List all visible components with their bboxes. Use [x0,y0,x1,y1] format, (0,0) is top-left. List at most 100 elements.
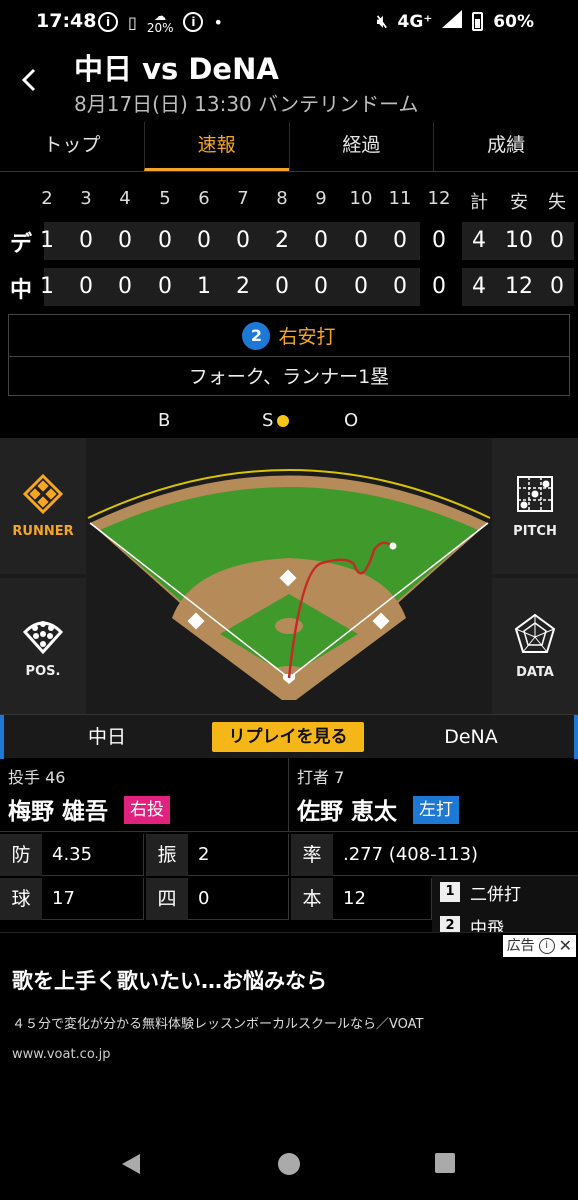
ad-info-icon[interactable]: i [538,938,555,954]
inning-header: 2 [41,188,53,209]
sim-icon: ▯ [128,12,137,32]
pitcher-hand-badge: 右投 [124,796,170,824]
inning-header: 11 [388,188,412,209]
inning-score-cell: 0 [236,228,250,253]
total-cell: 12 [505,274,533,299]
inning-header: 5 [159,188,171,209]
weather-value: 20% [146,21,174,35]
inning-header: 3 [80,188,92,209]
inning-header: 10 [349,188,373,209]
batter-hand-badge: 左打 [413,796,459,824]
pitcher-number: 46 [45,768,66,787]
batter-stat-hr: 本 12 [291,878,432,920]
inning-score-cell: 0 [432,274,446,299]
data-button[interactable]: DATA [492,578,578,714]
baseball-field [86,438,492,714]
page-title: 中日 vs DeNA [74,52,279,86]
ad-banner[interactable]: 広告 i ✕ 歌を上手く歌いたい…お悩みなら ４５分で変化が分かる無料体験レッス… [0,932,578,1082]
tab-stats[interactable]: 成績 [433,122,578,171]
inning-score-cell: 0 [314,228,328,253]
batter-card[interactable]: 打者 7 佐野 恵太 左打 [289,758,578,832]
history-label: 二併打 [470,884,521,905]
tab-top[interactable]: トップ [0,122,144,171]
mute-icon: 🔇︎ [376,11,388,32]
stat-key: 本 [291,878,333,920]
away-team-tab[interactable]: DeNA [368,715,578,759]
batter-role: 打者 7 [297,764,344,788]
inning-score-cell: 0 [393,228,407,253]
pos-label: POS. [25,663,61,679]
tab-live[interactable]: 速報 [143,122,289,171]
ad-close-icon[interactable]: ✕ [559,935,572,957]
info-icon: i [98,12,118,32]
pitch-label: PITCH [513,523,557,539]
at-bat-history[interactable]: 1 二併打 2 中飛 [432,876,578,939]
inning-score-cell: 0 [432,228,446,253]
inning-header: 失 [548,192,566,213]
inning-score-cell: 0 [79,228,93,253]
status-bar: 17:48 i ▯ ☁ 20% i • 🔇︎ 4G⁺ 60% [0,0,578,44]
inning-score-cell: 0 [79,274,93,299]
status-notification-icons: i ▯ ☁ 20% i • [98,10,223,34]
nav-back-icon[interactable] [120,1152,142,1176]
ad-tag[interactable]: 広告 i ✕ [502,935,576,957]
home-team-tab[interactable]: 中日 [0,715,210,759]
stat-key: 球 [0,878,42,920]
pos-button[interactable]: POS. [0,578,86,714]
weather-icon: ☁ 20% [146,9,174,35]
total-cell: 4 [472,274,486,299]
inning-header: 9 [315,188,327,209]
history-number: 1 [440,882,460,902]
tab-bar: トップ 速報 経過 成績 [0,122,578,172]
strike-dot [277,415,290,427]
inning-header: 12 [427,188,451,209]
status-time: 17:48 [36,10,97,32]
ball-count-label: B [158,410,171,431]
stat-value: 2 [198,844,210,865]
inning-score-cell: 0 [314,274,328,299]
back-arrow-icon[interactable] [18,68,42,92]
history-item: 1 二併打 [440,880,521,905]
pitcher-name: 梅野 雄吾 [8,799,109,825]
stat-key: 四 [146,878,188,920]
total-cell: 0 [550,228,564,253]
ad-title[interactable]: 歌を上手く歌いたい…お悩みなら [12,965,327,995]
pitcher-stat-era: 防 4.35 [0,834,144,876]
nav-recents-icon[interactable] [434,1152,456,1174]
inning-score-cell: 0 [158,228,172,253]
dot-icon: • [213,12,223,32]
inning-header: 安 [510,192,528,213]
inning-score-cell: 0 [275,274,289,299]
pitcher-role-label: 投手 [8,768,41,787]
scoreboard[interactable]: 23456789101112計安失デ10000020000-4100中10001… [0,184,578,306]
inning-score-cell: 2 [275,228,289,253]
pitcher-card[interactable]: 投手 46 梅野 雄吾 右投 [0,758,289,832]
stat-key: 率 [291,834,333,876]
play-result: 右安打 [278,326,336,348]
total-cell: 0 [550,274,564,299]
field-area: RUNNER POS. PITCH DATA [0,438,578,714]
ad-description: ４５分で変化が分かる無料体験レッスンボーカルスクールなら／VOAT [12,1017,424,1032]
nav-home-icon[interactable] [277,1152,301,1176]
stat-key: 振 [146,834,188,876]
pitcher-stat-strikeouts: 振 2 [146,834,289,876]
pitch-button[interactable]: PITCH [492,438,578,574]
ad-url[interactable]: www.voat.co.jp [12,1047,111,1062]
stat-key: 防 [0,834,42,876]
runner-button[interactable]: RUNNER [0,438,86,574]
batter-name: 佐野 恵太 [297,799,398,825]
radar-chart-icon [514,613,556,653]
strike-count: S [262,410,290,431]
stat-value: 12 [343,888,366,909]
play-detail: フォーク、ランナー1塁 [188,366,390,388]
play-summary: 2 右安打 [9,315,569,357]
stat-value: 0 [198,888,210,909]
signal-icon [442,10,463,33]
runner-label: RUNNER [12,523,74,539]
pitcher-role: 投手 46 [8,764,65,788]
tab-progress[interactable]: 経過 [288,122,434,171]
replay-button[interactable]: リプレイを見る [212,722,364,752]
network-label: 4G⁺ [397,11,433,32]
inning-header: 4 [119,188,131,209]
inning-score-cell: 1 [40,228,54,253]
